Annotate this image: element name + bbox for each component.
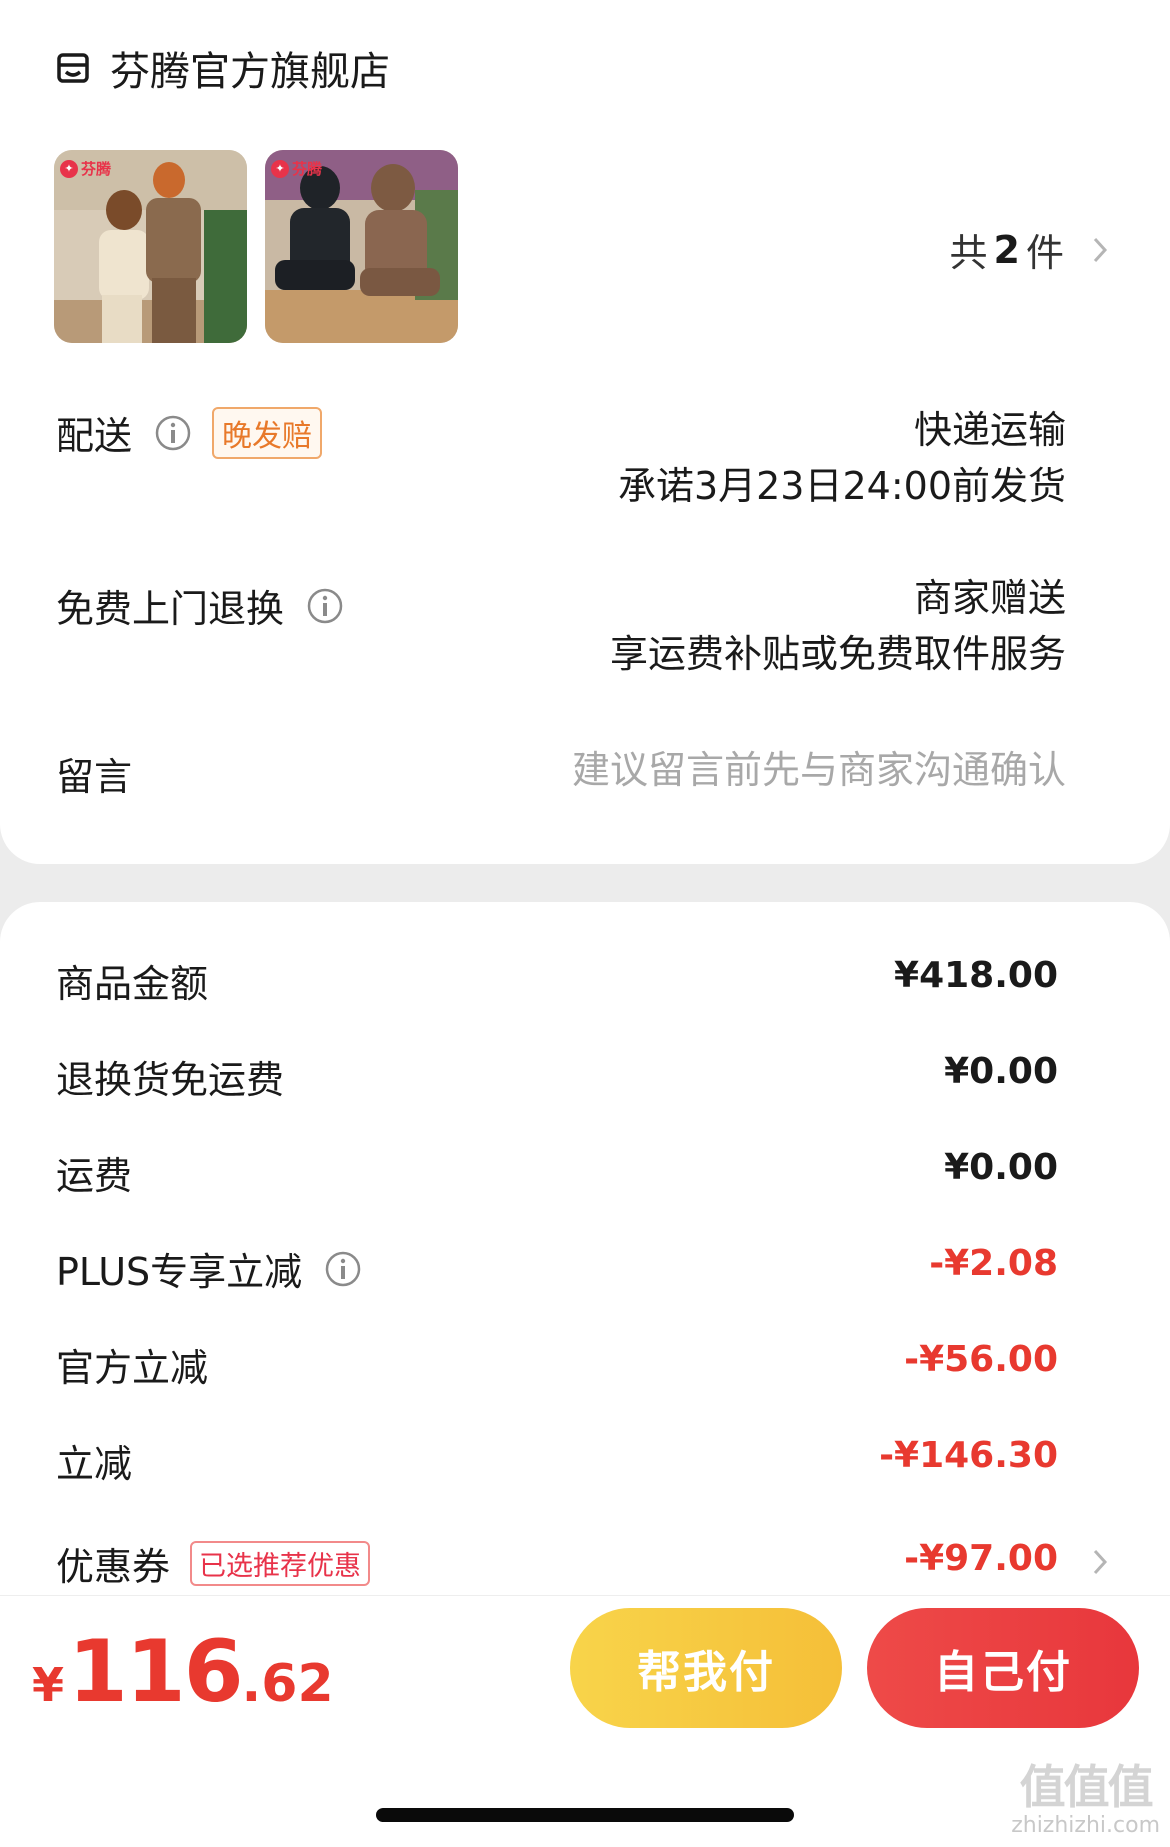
note-label: 留言 — [56, 755, 133, 799]
watermark: 值值值 zhizhizhi.com — [1011, 1761, 1160, 1839]
fee-label: 运费 — [56, 1154, 133, 1198]
fee-label: 立减 — [56, 1442, 133, 1486]
delivery-label: 配送 — [56, 414, 133, 458]
info-icon[interactable] — [154, 414, 192, 452]
count-number: 2 — [993, 227, 1020, 272]
product-thumbnails[interactable]: ✦ 芬腾 ✦ 芬腾 — [54, 150, 458, 343]
fee-label: 退换货免运费 — [56, 1058, 285, 1102]
count-suffix: 件 — [1025, 231, 1064, 275]
order-summary-card: 芬腾官方旗舰店 ✦ 芬腾 ✦ 芬腾 共 2 件 配送 晚发赔 快递运输 承诺3月… — [0, 0, 1170, 864]
fee-value: -¥56.00 — [904, 1339, 1058, 1380]
late-ship-compensation-badge[interactable]: 晚发赔 — [212, 406, 323, 459]
fee-label: PLUS专享立减 — [56, 1250, 303, 1294]
delivery-method: 快递运输 — [913, 408, 1066, 452]
delivery-row: 配送 晚发赔 — [56, 405, 323, 460]
fee-label: 商品金额 — [56, 962, 209, 1006]
returns-line1: 商家赠送 — [913, 576, 1066, 620]
fee-value: ¥418.00 — [894, 955, 1058, 996]
total-currency: ¥ — [32, 1658, 65, 1712]
fee-value: ¥0.00 — [944, 1051, 1058, 1092]
coupon-row[interactable]: 优惠券 已选推荐优惠 — [56, 1536, 371, 1591]
count-prefix: 共 — [949, 231, 988, 275]
total-price: ¥ 116 .62 — [32, 1622, 334, 1722]
delivery-promise: 承诺3月23日24:00前发货 — [617, 464, 1066, 508]
checkout-bar: ¥ 116 .62 帮我付 自己付 — [0, 1595, 1170, 1745]
store-header[interactable]: 芬腾官方旗舰店 — [56, 40, 390, 96]
plus-discount-row: PLUS专享立减 — [56, 1241, 362, 1296]
delivery-info: 快递运输 承诺3月23日24:00前发货 — [618, 402, 1066, 514]
brand-tag: ✦ 芬腾 — [271, 158, 322, 179]
store-icon — [57, 53, 89, 83]
chevron-right-icon — [1093, 237, 1108, 262]
store-name: 芬腾官方旗舰店 — [110, 49, 390, 95]
product-thumbnail[interactable]: ✦ 芬腾 — [54, 150, 247, 343]
returns-info: 商家赠送 享运费补贴或免费取件服务 — [610, 570, 1066, 682]
fee-value: -¥146.30 — [879, 1435, 1058, 1476]
item-count[interactable]: 共 2 件 — [950, 222, 1108, 277]
returns-row: 免费上门退换 — [56, 578, 344, 633]
self-pay-button[interactable]: 自己付 — [867, 1608, 1139, 1728]
fee-label: 优惠券 — [56, 1545, 171, 1589]
returns-line2: 享运费补贴或免费取件服务 — [609, 632, 1066, 676]
total-integer: 116 — [68, 1622, 244, 1722]
brand-tag: ✦ 芬腾 — [60, 158, 111, 179]
chevron-right-icon[interactable] — [1092, 1548, 1108, 1576]
fee-label: 官方立减 — [56, 1346, 209, 1390]
coupon-value[interactable]: -¥97.00 — [904, 1538, 1058, 1579]
home-indicator[interactable] — [376, 1808, 794, 1822]
total-decimal: .62 — [241, 1654, 334, 1714]
watermark-logo: 值值值 — [1019, 1760, 1154, 1814]
note-input[interactable]: 建议留言前先与商家沟通确认 — [572, 742, 1066, 798]
info-icon[interactable] — [324, 1250, 362, 1288]
help-pay-button[interactable]: 帮我付 — [570, 1608, 842, 1728]
watermark-url: zhizhizhi.com — [1011, 1813, 1160, 1838]
fee-value: -¥2.08 — [929, 1243, 1058, 1284]
product-thumbnail[interactable]: ✦ 芬腾 — [265, 150, 458, 343]
note-label-row: 留言 — [56, 746, 132, 801]
home-indicator-area — [0, 1745, 1170, 1847]
info-icon[interactable] — [306, 587, 344, 625]
recommended-coupon-badge: 已选推荐优惠 — [190, 1541, 371, 1586]
returns-label: 免费上门退换 — [56, 587, 285, 631]
fee-value: ¥0.00 — [944, 1147, 1058, 1188]
